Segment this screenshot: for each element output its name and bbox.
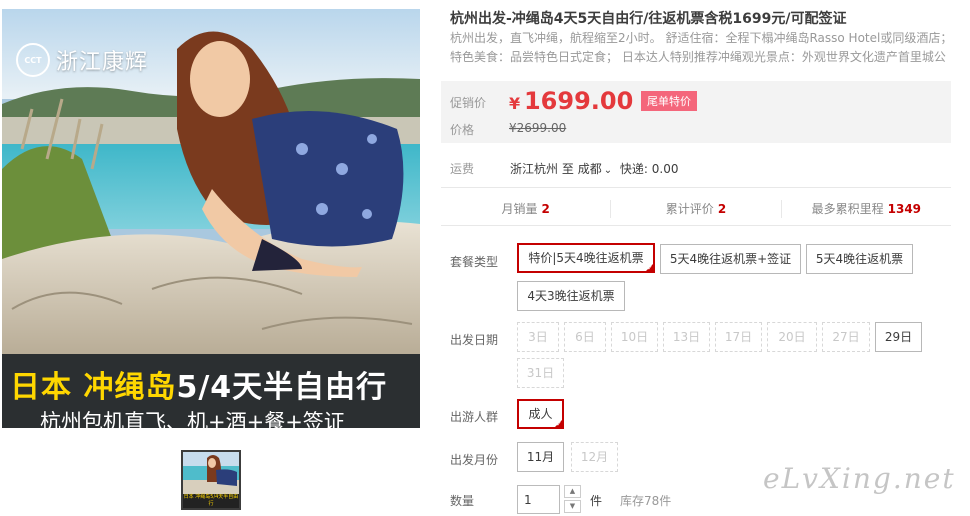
date-option-label: 13日 (672, 330, 701, 344)
date-option-label: 20日 (778, 330, 806, 344)
main-product-image[interactable]: CCT 浙江康辉 日本 冲绳岛5/4天半自由行 杭州包机直飞、机+酒+餐+签证 (2, 9, 420, 428)
shipping-label: 运费 (450, 162, 475, 176)
check-icon: ✓ (647, 264, 653, 272)
monthly-sales: 月销量 2 (441, 199, 612, 218)
brand-name: 浙江康辉 (56, 50, 149, 75)
original-price-label: 价格 (450, 123, 475, 137)
check-icon: ✓ (556, 420, 562, 428)
brand-logo: CCT 浙江康辉 (16, 43, 148, 77)
date-option-7: 27日 (822, 322, 870, 352)
shipping-value: 浙江杭州 至 成都 ⌄ 快递: 0.00 (510, 160, 679, 177)
package-option-2[interactable]: 5天4晚往返机票+签证 (660, 244, 801, 274)
quantity-label: 数量 (450, 494, 475, 508)
package-option-1[interactable]: 特价|5天4晚往返机票 ✓ (517, 243, 655, 273)
original-price-value: ¥2699.00 (509, 121, 567, 135)
destination-select[interactable]: 成都 ⌄ (578, 162, 616, 176)
date-option-4: 13日 (663, 322, 710, 352)
banner-headline-rest: 5/4天半自由行 (176, 370, 388, 405)
promo-price: ¥ 1699.00 (509, 87, 633, 115)
quantity-increment-button[interactable]: ▲ (564, 485, 581, 498)
date-option-label: 10日 (620, 330, 649, 344)
product-title: 杭州出发-冲绳岛4天5天自由行/往返机票含税1699元/可配签证 (450, 11, 847, 27)
package-option-3[interactable]: 5天4晚往返机票 (806, 244, 913, 274)
promo-price-value: 1699.00 (523, 87, 634, 115)
gallery-thumbnail[interactable]: 日本 冲绳岛5/4天半自由行 (181, 450, 241, 510)
date-option-2: 6日 (564, 322, 606, 352)
banner-headline: 日本 冲绳岛5/4天半自由行 (10, 362, 387, 406)
review-count-label: 累计评价 (665, 201, 714, 216)
shipping-to-word: 至 (561, 162, 574, 176)
date-option-5: 17日 (715, 322, 762, 352)
promo-tag: 尾单特价 (641, 91, 697, 111)
departure-date-label: 出发日期 (450, 333, 499, 347)
currency-symbol: ¥ (509, 94, 521, 113)
traveler-option-adult[interactable]: 成人 ✓ (517, 399, 564, 429)
date-option-8[interactable]: 29日 (875, 322, 922, 352)
caret-up-icon: ▲ (569, 487, 576, 495)
date-option-9: 31日 (517, 358, 564, 388)
quantity-unit: 件 (590, 494, 603, 508)
shipping-row: 运费 浙江杭州 至 成都 ⌄ 快递: 0.00 (441, 146, 951, 188)
month-option-2: 12月 (571, 442, 618, 472)
package-option-label: 特价|5天4晚往返机票 (528, 251, 644, 265)
price-panel: 促销价 ¥ 1699.00 尾单特价 价格 ¥2699.00 (441, 81, 951, 143)
caret-down-icon: ▼ (569, 502, 576, 510)
monthly-sales-value: 2 (541, 201, 550, 216)
date-option-label: 6日 (575, 330, 595, 344)
package-option-label: 5天4晚往返机票 (815, 252, 904, 266)
review-count[interactable]: 累计评价 2 (611, 199, 782, 218)
site-watermark: eLvXing.net (763, 462, 956, 495)
travelers-label: 出游人群 (450, 410, 499, 424)
banner-subline: 杭州包机直飞、机+酒+餐+签证 (40, 410, 345, 428)
month-option-label: 11月 (526, 450, 555, 464)
date-option-6: 20日 (767, 322, 817, 352)
package-option-4[interactable]: 4天3晚往返机票 (517, 281, 625, 311)
shipping-origin: 浙江杭州 (510, 162, 559, 176)
quantity-decrement-button[interactable]: ▼ (564, 500, 581, 513)
date-option-label: 31日 (526, 366, 555, 380)
sales-stats: 月销量 2 累计评价 2 最多累积里程 1349 (441, 192, 951, 226)
chevron-down-icon: ⌄ (603, 165, 613, 176)
product-subtitle: 杭州出发，直飞冲绳，航程缩至2小时。 舒适住宿：全程下榻冲绳岛Rasso Hot… (450, 31, 953, 64)
date-option-1: 3日 (517, 322, 559, 352)
departure-month-label: 出发月份 (450, 453, 499, 467)
month-option-label: 12月 (580, 450, 609, 464)
promo-price-label: 促销价 (450, 96, 487, 110)
traveler-option-label: 成人 (528, 407, 553, 421)
date-option-label: 17日 (724, 330, 753, 344)
date-option-label: 29日 (884, 330, 913, 344)
image-banner: 日本 冲绳岛5/4天半自由行 杭州包机直飞、机+酒+餐+签证 (2, 354, 420, 428)
date-option-3: 10日 (611, 322, 658, 352)
monthly-sales-label: 月销量 (501, 201, 538, 216)
date-option-label: 3日 (528, 330, 548, 344)
thumbnail-caption: 日本 冲绳岛5/4天半自由行 (183, 494, 239, 508)
banner-headline-accent: 日本 冲绳岛 (10, 370, 177, 405)
points-value: 1349 (887, 201, 922, 216)
quantity-input[interactable] (517, 485, 560, 514)
review-count-value: 2 (717, 201, 727, 216)
package-label: 套餐类型 (450, 255, 499, 269)
month-option-1[interactable]: 11月 (517, 442, 564, 472)
brand-mark-icon: CCT (16, 43, 50, 77)
destination-value: 成都 (577, 162, 602, 176)
stock-count: 库存78件 (620, 494, 672, 508)
shipping-fee: 快递: 0.00 (619, 162, 679, 176)
date-option-label: 27日 (832, 330, 860, 344)
points-label: 最多累积里程 (811, 201, 884, 216)
package-option-label: 5天4晚往返机票+签证 (669, 252, 792, 266)
points-earned: 最多累积里程 1349 (782, 200, 951, 218)
package-option-label: 4天3晚往返机票 (527, 289, 615, 303)
